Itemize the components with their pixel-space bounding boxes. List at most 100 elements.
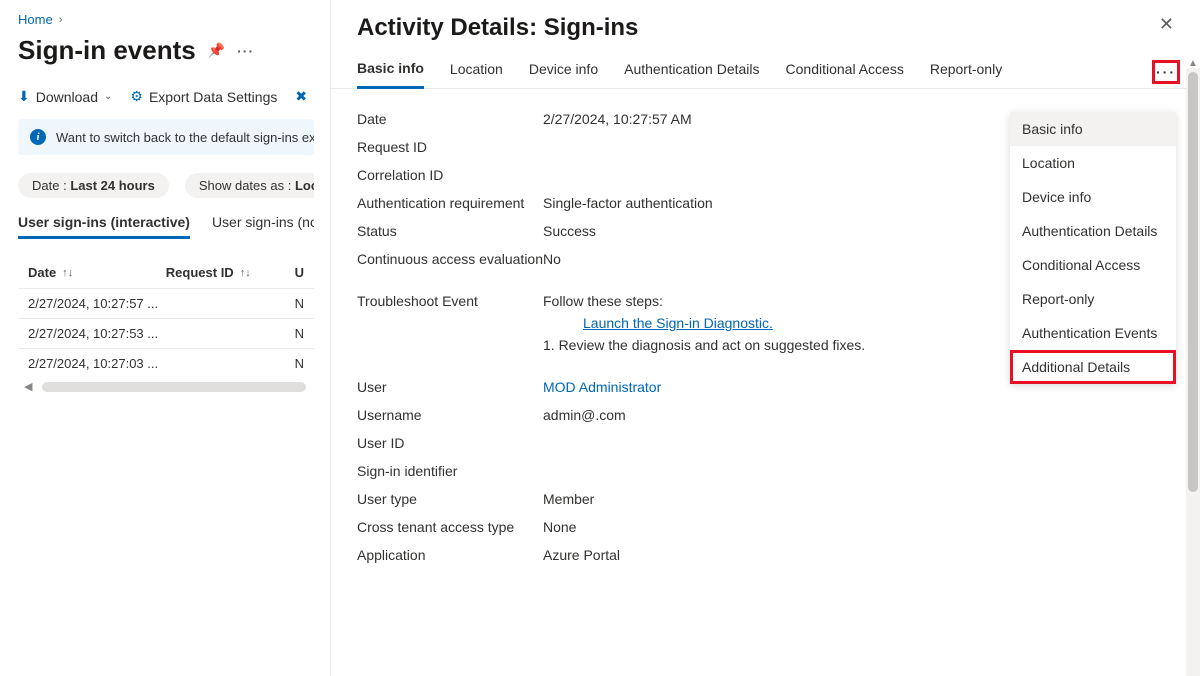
detail-title: Activity Details: Sign-ins xyxy=(357,14,638,42)
scroll-up-arrow-icon: ▲ xyxy=(1188,58,1198,69)
menu-item-report-only[interactable]: Report-only xyxy=(1010,282,1176,316)
kv-value: Azure Portal xyxy=(543,547,620,563)
filter-date-pill[interactable]: Date : Last 24 hours xyxy=(18,173,169,198)
th-u[interactable]: U xyxy=(295,265,304,280)
kv-username: Usernameadmin@.com xyxy=(357,401,1174,429)
horizontal-scrollbar[interactable]: ◀ xyxy=(18,382,314,392)
kv-label: User type xyxy=(357,491,543,507)
menu-item-device-info[interactable]: Device info xyxy=(1010,180,1176,214)
menu-item-authentication-details[interactable]: Authentication Details xyxy=(1010,214,1176,248)
kv-value: 2/27/2024, 10:27:57 AM xyxy=(543,111,692,127)
scrollbar-track xyxy=(42,382,306,392)
th-request-id[interactable]: Request ID ↑↓ xyxy=(166,265,265,280)
left-panel: Home › Sign-in events 📌 ··· ⬇ Download ⌄… xyxy=(0,0,330,676)
cell-trail: N xyxy=(295,296,304,311)
tab-conditional-access[interactable]: Conditional Access xyxy=(786,61,904,87)
kv-value: Single-factor authentication xyxy=(543,195,713,211)
filter-showas-pill[interactable]: Show dates as : Loca xyxy=(185,173,314,198)
detail-header: Activity Details: Sign-ins ✕ xyxy=(331,0,1200,60)
more-actions-icon[interactable]: ··· xyxy=(237,43,254,59)
breadcrumb-home-link[interactable]: Home xyxy=(18,12,53,27)
download-label: Download xyxy=(36,89,98,105)
chevron-down-icon: ⌄ xyxy=(104,91,112,102)
kv-signin-identifier: Sign-in identifier xyxy=(357,457,1174,485)
cell-trail: N xyxy=(295,356,304,371)
pin-icon[interactable]: 📌 xyxy=(208,42,225,59)
kv-label: Username xyxy=(357,407,543,423)
filter-showas-value: Loca xyxy=(295,178,314,193)
kv-label: Status xyxy=(357,223,543,239)
filter-row: Date : Last 24 hours Show dates as : Loc… xyxy=(18,173,314,198)
page-title: Sign-in events xyxy=(18,35,196,66)
kv-label: Application xyxy=(357,547,543,563)
cell-request-id xyxy=(178,326,265,341)
cell-date: 2/27/2024, 10:27:53 ... xyxy=(28,326,148,341)
kv-label: Cross tenant access type xyxy=(357,519,543,535)
menu-item-additional-details[interactable]: Additional Details xyxy=(1010,350,1176,384)
tab-user-signins-noninteractive[interactable]: User sign-ins (nor xyxy=(212,214,314,239)
cell-request-id xyxy=(178,356,265,371)
tabs-overflow-menu: Basic info Location Device info Authenti… xyxy=(1010,112,1176,384)
sort-icon: ↑↓ xyxy=(240,267,251,279)
info-banner[interactable]: i Want to switch back to the default sig… xyxy=(18,119,314,155)
th-request-id-label: Request ID xyxy=(166,265,234,280)
kv-label: User ID xyxy=(357,435,543,451)
cell-trail: N xyxy=(295,326,304,341)
tab-location[interactable]: Location xyxy=(450,61,503,87)
kv-label: Continuous access evaluation xyxy=(357,251,543,267)
menu-item-conditional-access[interactable]: Conditional Access xyxy=(1010,248,1176,282)
cell-date: 2/27/2024, 10:27:57 ... xyxy=(28,296,148,311)
tab-device-info[interactable]: Device info xyxy=(529,61,598,87)
sub-tabs: User sign-ins (interactive) User sign-in… xyxy=(18,214,314,239)
close-icon[interactable]: ✕ xyxy=(1159,14,1174,35)
command-bar: ⬇ Download ⌄ ⚙ Export Data Settings ✖ xyxy=(18,88,314,105)
tabs-overflow-button[interactable]: ··· xyxy=(1152,60,1180,84)
scrollbar-thumb[interactable] xyxy=(1188,72,1198,492)
filter-showas-label: Show dates as : xyxy=(199,178,292,193)
menu-item-basic-info[interactable]: Basic info xyxy=(1010,112,1176,146)
kv-label: Request ID xyxy=(357,139,543,155)
kv-cross-tenant: Cross tenant access typeNone xyxy=(357,513,1174,541)
tab-basic-info[interactable]: Basic info xyxy=(357,60,424,89)
kv-value: None xyxy=(543,519,576,535)
export-settings-button[interactable]: ⚙ Export Data Settings xyxy=(130,88,277,105)
th-date-label: Date xyxy=(28,265,56,280)
tool-icon[interactable]: ✖ xyxy=(295,88,307,105)
filter-date-value: Last 24 hours xyxy=(70,178,155,193)
tabs-overflow: ··· xyxy=(1152,60,1180,84)
menu-item-location[interactable]: Location xyxy=(1010,146,1176,180)
kv-user-id: User ID xyxy=(357,429,1174,457)
tab-authentication-details[interactable]: Authentication Details xyxy=(624,61,759,87)
th-date[interactable]: Date ↑↓ xyxy=(28,265,136,280)
vertical-scrollbar[interactable]: ▲ xyxy=(1186,68,1200,676)
table-row[interactable]: 2/27/2024, 10:27:03 ... N xyxy=(18,348,314,378)
kv-value: admin@.com xyxy=(543,407,626,423)
th-u-label: U xyxy=(295,265,304,280)
kv-label: Authentication requirement xyxy=(357,195,543,211)
menu-item-authentication-events[interactable]: Authentication Events xyxy=(1010,316,1176,350)
download-icon: ⬇ xyxy=(18,88,30,105)
kv-label: Troubleshoot Event xyxy=(357,293,543,353)
chevron-right-icon: › xyxy=(59,14,63,26)
user-link[interactable]: MOD Administrator xyxy=(543,379,661,395)
cell-request-id xyxy=(178,296,265,311)
gear-icon: ⚙ xyxy=(130,88,143,105)
download-button[interactable]: ⬇ Download ⌄ xyxy=(18,88,112,105)
info-icon: i xyxy=(30,129,46,145)
breadcrumb: Home › xyxy=(18,12,314,27)
scroll-left-arrow-icon: ◀ xyxy=(24,380,32,393)
detail-tabs: Basic info Location Device info Authenti… xyxy=(331,60,1200,89)
info-banner-text: Want to switch back to the default sign-… xyxy=(56,130,314,145)
kv-label: User xyxy=(357,379,543,395)
kv-label: Correlation ID xyxy=(357,167,543,183)
kv-value: Member xyxy=(543,491,594,507)
kv-application: ApplicationAzure Portal xyxy=(357,541,1174,569)
tab-user-signins-interactive[interactable]: User sign-ins (interactive) xyxy=(18,214,190,239)
table-row[interactable]: 2/27/2024, 10:27:53 ... N xyxy=(18,318,314,348)
sort-icon: ↑↓ xyxy=(62,267,73,279)
signins-table: Date ↑↓ Request ID ↑↓ U 2/27/2024, 10:27… xyxy=(18,257,314,392)
table-header: Date ↑↓ Request ID ↑↓ U xyxy=(18,257,314,288)
table-row[interactable]: 2/27/2024, 10:27:57 ... N xyxy=(18,288,314,318)
tab-report-only[interactable]: Report-only xyxy=(930,61,1002,87)
detail-panel: Activity Details: Sign-ins ✕ Basic info … xyxy=(330,0,1200,676)
